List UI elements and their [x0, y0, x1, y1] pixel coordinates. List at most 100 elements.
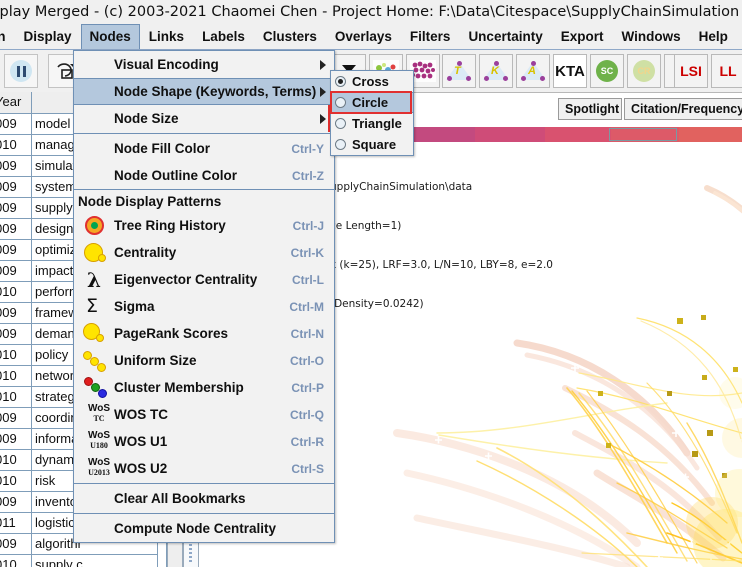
- menu-item-clear-all-bookmarks[interactable]: Clear All Bookmarks: [74, 485, 334, 512]
- cluster-membership-icon: [82, 377, 108, 398]
- k-triangle-icon: K: [483, 60, 509, 82]
- menu-item-uniform-size[interactable]: Uniform Size Ctrl-O: [74, 347, 334, 374]
- menubar-item-display[interactable]: Display: [15, 24, 81, 49]
- color-band-selection-box[interactable]: [609, 128, 677, 141]
- menubar-item-labels[interactable]: Labels: [193, 24, 254, 49]
- menu-item-sigma[interactable]: Σ Sigma Ctrl-M: [74, 293, 334, 320]
- cell-year: 009: [0, 324, 32, 344]
- cell-year: 009: [0, 261, 32, 281]
- color-band-segment-0: [410, 127, 475, 142]
- menu-item-accelerator: Ctrl-N: [290, 326, 324, 341]
- menu-item-compute-node-centrality[interactable]: Compute Node Centrality: [74, 515, 334, 542]
- menubar: onDisplayNodesLinksLabelsClustersOverlay…: [0, 24, 742, 50]
- info-line-2: k (k=25), LRF=3.0, L/N=10, LBY=8, e=2.0: [330, 259, 553, 271]
- menu-item-label: PageRank Scores: [114, 326, 229, 341]
- menu-item-accelerator: Ctrl-S: [291, 461, 324, 476]
- menu-item-node-shape-keywords-terms[interactable]: Node Shape (Keywords, Terms): [74, 78, 334, 105]
- menu-separator: [74, 483, 334, 484]
- node-shape-submenu[interactable]: Cross Circle Triangle Square: [330, 70, 414, 156]
- menu-item-wos-tc[interactable]: WoS TC WOS TC Ctrl-Q: [74, 401, 334, 428]
- menu-item-wos-u1[interactable]: WoS U180 WOS U1 Ctrl-R: [74, 428, 334, 455]
- menubar-item-uncertainty[interactable]: Uncertainty: [459, 24, 551, 49]
- centrality-icon: [82, 242, 108, 263]
- radio-square-icon[interactable]: [335, 139, 346, 150]
- color-band-segment-2: [545, 127, 611, 142]
- lsi-label: LSI: [680, 63, 702, 79]
- t-triangle-icon: T: [446, 60, 472, 82]
- menubar-item-nodes[interactable]: Nodes: [80, 24, 140, 49]
- cell-year: 010: [0, 345, 32, 365]
- menu-item-node-outline-color[interactable]: Node Outline Color Ctrl-Z: [74, 162, 334, 189]
- menu-item-pagerank-scores[interactable]: PageRank Scores Ctrl-N: [74, 320, 334, 347]
- info-line-0: upplyChainSimulation\data: [330, 181, 473, 193]
- spotlight-button[interactable]: Spotlight: [558, 98, 622, 120]
- radio-cross-icon[interactable]: [335, 76, 346, 87]
- menu-item-accelerator: Ctrl-R: [290, 434, 324, 449]
- submenu-arrow-icon: [320, 113, 326, 124]
- pause-icon: [10, 60, 32, 82]
- column-header-year[interactable]: Year: [0, 92, 32, 113]
- nodes-dropdown-menu[interactable]: Visual Encoding Node Shape (Keywords, Ter…: [73, 50, 336, 543]
- menu-item-label: Eigenvector Centrality: [114, 272, 258, 287]
- kta-label: KTA: [554, 55, 586, 87]
- menu-item-wos-u2[interactable]: WoS U2013 WOS U2 Ctrl-S: [74, 455, 334, 482]
- cell-year: 010: [0, 135, 32, 155]
- menu-item-label: Clear All Bookmarks: [114, 491, 246, 506]
- shape-option-triangle[interactable]: Triangle: [331, 113, 413, 134]
- menu-item-label: Cluster Membership: [114, 380, 244, 395]
- ll-button[interactable]: LL: [711, 54, 742, 88]
- menu-item-accelerator: Ctrl-Y: [291, 141, 324, 156]
- citation-frequency-button[interactable]: Citation/Frequency B: [624, 98, 742, 120]
- menu-item-visual-encoding[interactable]: Visual Encoding: [74, 51, 334, 78]
- color-band-segment-1: [475, 127, 545, 142]
- shape-option-circle[interactable]: Circle: [331, 92, 413, 113]
- menu-item-cluster-membership[interactable]: Cluster Membership Ctrl-P: [74, 374, 334, 401]
- menubar-item-clusters[interactable]: Clusters: [254, 24, 326, 49]
- k-label-button[interactable]: K: [479, 54, 513, 88]
- menu-item-node-size[interactable]: Node Size: [74, 105, 336, 132]
- menubar-item-help[interactable]: Help: [690, 24, 737, 49]
- pause-button[interactable]: [4, 54, 38, 88]
- submenu-arrow-icon: [320, 86, 326, 97]
- menubar-item-overlays[interactable]: Overlays: [326, 24, 401, 49]
- cell-year: 009: [0, 198, 32, 218]
- cell-year: 009: [0, 534, 32, 554]
- menu-separator: [74, 513, 334, 514]
- shape-option-label: Triangle: [352, 116, 402, 131]
- wos-u2-icon: WoS U2013: [87, 457, 111, 478]
- window-title: splay Merged - (c) 2003-2021 Chaomei Che…: [0, 4, 740, 20]
- shape-option-cross[interactable]: Cross: [331, 71, 413, 92]
- menubar-item-on[interactable]: on: [0, 24, 15, 49]
- table-row[interactable]: 010supply c: [0, 555, 158, 567]
- radio-circle-icon[interactable]: [335, 97, 346, 108]
- cell-year: 010: [0, 282, 32, 302]
- cell-year: 009: [0, 114, 32, 134]
- cell-year: 009: [0, 177, 32, 197]
- t-label-button[interactable]: T: [442, 54, 476, 88]
- uniform-size-icon: [82, 350, 108, 372]
- kta-button[interactable]: KTA: [553, 54, 587, 88]
- menubar-item-filters[interactable]: Filters: [401, 24, 460, 49]
- menubar-item-windows[interactable]: Windows: [612, 24, 689, 49]
- menu-item-label: Node Fill Color: [114, 141, 210, 156]
- cell-year: 010: [0, 450, 32, 470]
- sc-button[interactable]: SC: [590, 54, 624, 88]
- menubar-item-links[interactable]: Links: [140, 24, 193, 49]
- wos-u1-icon: WoS U180: [87, 430, 111, 451]
- a-glyph: A: [528, 65, 536, 77]
- menu-item-tree-ring-history[interactable]: Tree Ring History Ctrl-J: [74, 212, 334, 239]
- menu-item-node-fill-color[interactable]: Node Fill Color Ctrl-Y: [74, 135, 334, 162]
- shape-option-square[interactable]: Square: [331, 134, 413, 155]
- radio-triangle-icon[interactable]: [335, 118, 346, 129]
- network-info-text: upplyChainSimulation\data ce Length=1) k…: [330, 155, 630, 337]
- menu-item-label: Node Outline Color: [114, 168, 237, 183]
- menu-item-label: Sigma: [114, 299, 155, 314]
- menubar-item-export[interactable]: Export: [552, 24, 613, 49]
- shape-option-label: Square: [352, 137, 397, 152]
- menu-item-eigenvector-centrality[interactable]: λ Eigenvector Centrality Ctrl-L: [74, 266, 334, 293]
- menu-item-centrality[interactable]: Centrality Ctrl-K: [74, 239, 334, 266]
- cr-button[interactable]: CR: [627, 54, 661, 88]
- menu-item-label: Visual Encoding: [114, 57, 219, 72]
- a-label-button[interactable]: A: [516, 54, 550, 88]
- lsi-button[interactable]: LSI: [674, 54, 708, 88]
